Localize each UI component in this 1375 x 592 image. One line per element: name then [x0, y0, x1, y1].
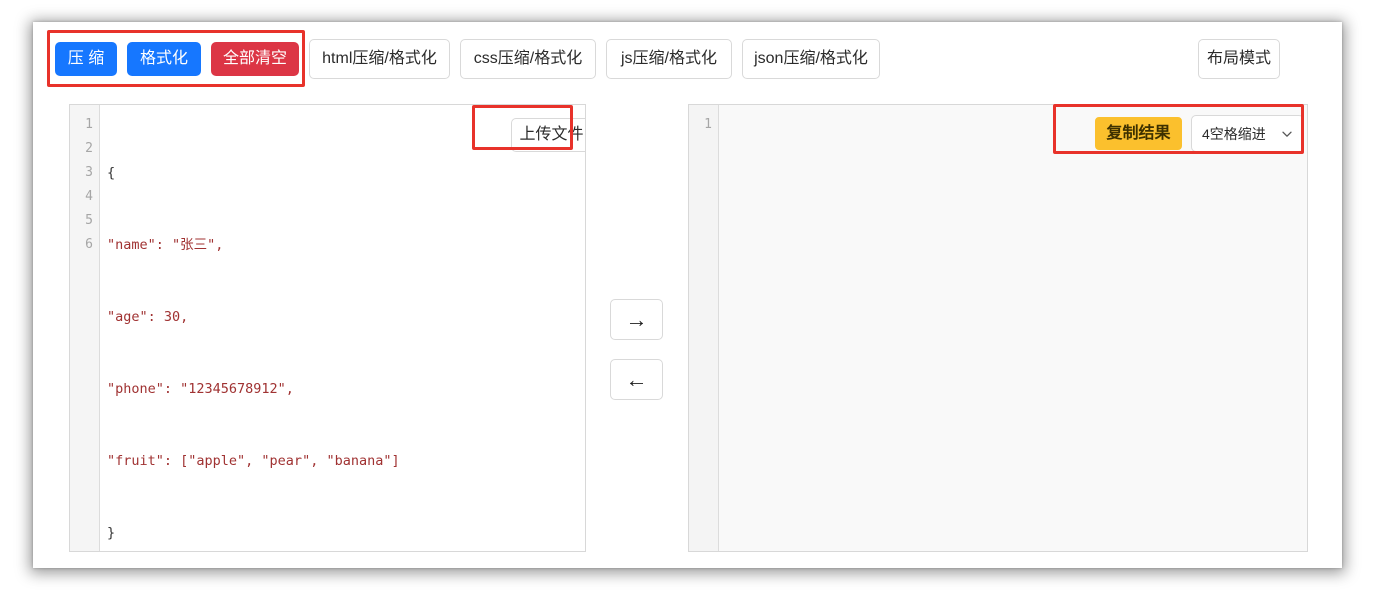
code-line: "age": 30,	[107, 309, 189, 325]
format-button[interactable]: 格式化	[127, 42, 201, 76]
indent-select[interactable]: 4空格缩进	[1191, 115, 1304, 152]
chevron-down-icon	[1282, 131, 1292, 137]
result-editor-content[interactable]	[720, 105, 1307, 551]
toolbar: 压 缩 格式化 全部清空 html压缩/格式化 css压缩/格式化 js压缩/格…	[33, 22, 1342, 94]
tab-js-minify-format[interactable]: js压缩/格式化	[606, 39, 732, 79]
result-editor[interactable]: 1 复制结果 4空格缩进	[688, 104, 1308, 552]
copy-result-button[interactable]: 复制结果	[1095, 117, 1182, 150]
editors-area: 1 2 3 4 5 6 { "name": "张三", "age": 30, "…	[33, 94, 1342, 568]
code-line: {	[107, 165, 116, 181]
source-editor[interactable]: 1 2 3 4 5 6 { "name": "张三", "age": 30, "…	[69, 104, 586, 552]
compress-button[interactable]: 压 缩	[55, 42, 117, 76]
source-editor-content[interactable]: { "name": "张三", "age": 30, "phone": "123…	[101, 105, 585, 551]
tab-json-minify-format[interactable]: json压缩/格式化	[742, 39, 880, 79]
line-number: 2	[85, 141, 93, 156]
tab-html-minify-format[interactable]: html压缩/格式化	[309, 39, 450, 79]
result-editor-gutter: 1	[689, 105, 719, 551]
transfer-to-left-button[interactable]: ←	[610, 359, 663, 400]
indent-select-value: 4空格缩进	[1202, 125, 1266, 142]
arrow-left-icon: ←	[625, 366, 648, 392]
line-number: 5	[85, 213, 93, 228]
tab-css-minify-format[interactable]: css压缩/格式化	[460, 39, 596, 79]
layout-mode-button[interactable]: 布局模式	[1198, 39, 1280, 79]
app-root: 压 缩 格式化 全部清空 html压缩/格式化 css压缩/格式化 js压缩/格…	[0, 0, 1375, 592]
tool-card: 压 缩 格式化 全部清空 html压缩/格式化 css压缩/格式化 js压缩/格…	[33, 22, 1342, 568]
line-number: 3	[85, 165, 93, 180]
line-number: 1	[85, 117, 93, 132]
line-number: 1	[704, 117, 712, 132]
line-number: 6	[85, 237, 93, 252]
upload-file-button[interactable]: 上传文件	[511, 118, 585, 152]
clear-all-button[interactable]: 全部清空	[211, 42, 299, 76]
source-editor-gutter: 1 2 3 4 5 6	[70, 105, 100, 551]
code-line: "phone": "12345678912",	[107, 381, 294, 397]
code-line: "name": "张三",	[107, 237, 224, 253]
transfer-to-right-button[interactable]: →	[610, 299, 663, 340]
line-number: 4	[85, 189, 93, 204]
code-line: "fruit": ["apple", "pear", "banana"]	[107, 453, 400, 469]
arrow-right-icon: →	[625, 306, 648, 332]
code-line: }	[107, 525, 116, 541]
